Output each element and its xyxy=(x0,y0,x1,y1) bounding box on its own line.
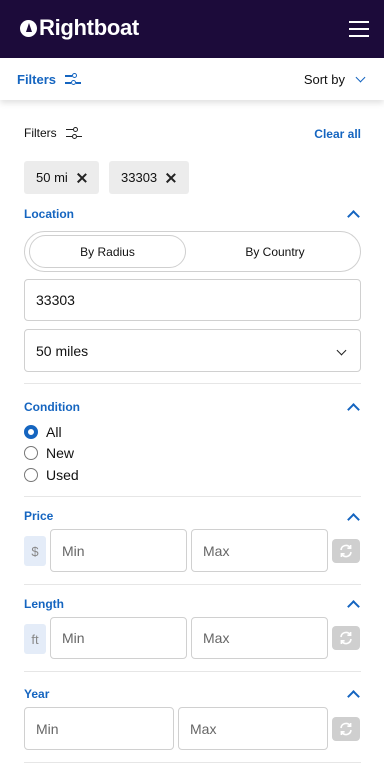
refresh-icon xyxy=(340,722,352,736)
filters-panel-title: Filters xyxy=(24,126,57,140)
year-max-input[interactable]: Max xyxy=(178,707,328,750)
radio-button-selected[interactable] xyxy=(24,425,38,439)
year-reset-button[interactable] xyxy=(332,717,360,741)
chevron-up-icon[interactable] xyxy=(347,210,360,223)
close-icon[interactable] xyxy=(166,173,176,183)
condition-option-label: All xyxy=(46,424,62,440)
brand-name: Rightboat xyxy=(39,15,139,40)
radio-button[interactable] xyxy=(24,446,38,460)
year-section-label[interactable]: Year xyxy=(24,687,49,701)
divider xyxy=(24,496,361,497)
close-icon[interactable] xyxy=(77,173,87,183)
zip-code-value: 33303 xyxy=(36,292,75,308)
length-max-placeholder: Max xyxy=(203,630,230,646)
price-min-placeholder: Min xyxy=(62,542,85,559)
filters-toggle-label: Filters xyxy=(17,72,57,87)
length-reset-button[interactable] xyxy=(332,626,360,650)
sort-by-label: Sort by xyxy=(303,72,345,87)
tab-by-radius[interactable]: By Radius xyxy=(29,235,186,268)
location-mode-toggle: By Radius By Country xyxy=(24,231,361,272)
condition-option-label: New xyxy=(46,445,75,461)
price-section-label[interactable]: Price xyxy=(24,509,53,523)
price-max-input[interactable]: Max xyxy=(191,529,328,572)
sort-by-button[interactable]: Sort by xyxy=(303,72,366,87)
chevron-up-icon[interactable] xyxy=(347,513,360,526)
condition-option-label: Used xyxy=(46,467,79,483)
brand-logo[interactable]: Rightboat xyxy=(20,15,139,41)
condition-option-new[interactable]: New xyxy=(24,445,74,461)
filter-chip-zip[interactable]: 33303 xyxy=(109,161,189,194)
year-min-placeholder: Min xyxy=(36,720,59,737)
radius-value: 50 miles xyxy=(36,342,89,359)
chip-label: 50 mi xyxy=(36,170,68,185)
length-max-input[interactable]: Max xyxy=(191,617,328,659)
sliders-icon xyxy=(65,126,82,140)
chevron-up-icon[interactable] xyxy=(347,600,360,613)
clear-all-link[interactable]: Clear all xyxy=(314,127,361,141)
chip-label: 33303 xyxy=(121,170,158,185)
radio-button[interactable] xyxy=(24,468,38,482)
radius-select[interactable]: 50 miles xyxy=(24,329,361,372)
year-min-input[interactable]: Min xyxy=(24,707,174,750)
year-max-placeholder: Max xyxy=(190,720,217,737)
tab-by-country[interactable]: By Country xyxy=(195,235,355,268)
length-min-placeholder: Min xyxy=(62,630,85,646)
chevron-up-icon[interactable] xyxy=(347,403,360,416)
condition-option-all[interactable]: All xyxy=(24,424,62,440)
zip-code-input[interactable]: 33303 xyxy=(24,279,361,321)
length-min-input[interactable]: Min xyxy=(50,617,187,659)
location-section-label[interactable]: Location xyxy=(24,207,74,221)
divider xyxy=(24,762,361,763)
sliders-icon xyxy=(65,73,82,86)
filters-panel-title-row: Filters xyxy=(24,126,82,140)
divider xyxy=(24,584,361,585)
condition-section-label[interactable]: Condition xyxy=(24,400,80,414)
filter-chip-radius[interactable]: 50 mi xyxy=(24,161,99,194)
condition-option-used[interactable]: Used xyxy=(24,467,79,483)
length-section-label[interactable]: Length xyxy=(24,597,64,611)
top-header: Rightboat xyxy=(0,0,384,58)
refresh-icon xyxy=(340,544,352,558)
price-max-placeholder: Max xyxy=(203,542,230,559)
filters-toggle-button[interactable]: Filters xyxy=(17,72,82,87)
chevron-down-icon xyxy=(355,72,366,83)
chevron-up-icon[interactable] xyxy=(347,690,360,703)
logo-icon xyxy=(20,19,37,37)
filter-sort-bar: Filters Sort by xyxy=(0,58,384,100)
price-reset-button[interactable] xyxy=(332,539,360,563)
divider xyxy=(24,671,361,672)
currency-unit-badge: $ xyxy=(24,536,46,566)
length-unit-badge: ft xyxy=(24,624,46,654)
divider xyxy=(24,383,361,384)
hamburger-menu-icon[interactable] xyxy=(349,21,369,37)
chevron-down-icon xyxy=(336,345,347,356)
price-min-input[interactable]: Min xyxy=(50,529,187,572)
refresh-icon xyxy=(340,631,352,645)
